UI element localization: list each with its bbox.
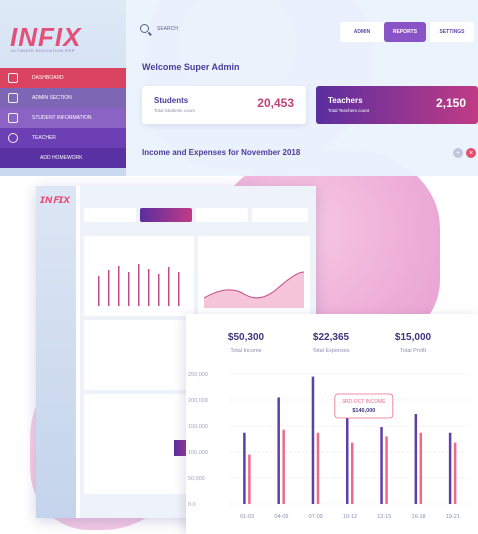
income-bar bbox=[277, 397, 280, 504]
sidebar-item-admin-section[interactable]: ADMIN SECTION bbox=[0, 88, 126, 108]
y-tick-label: 50,000 bbox=[188, 476, 205, 482]
mini-bar-chart bbox=[84, 236, 194, 316]
sidebar: INFIX ULTIMATE EDUCATION ERP DASHBOARD A… bbox=[0, 0, 126, 176]
mini-card bbox=[252, 208, 308, 222]
expense-bar bbox=[316, 432, 320, 504]
mini-sidebar: ɪɴꜰɪx bbox=[36, 186, 76, 518]
sidebar-item-label: STUDENT INFORMATION bbox=[32, 115, 92, 121]
teachers-title: Teachers bbox=[328, 96, 363, 105]
expense-bar bbox=[248, 454, 251, 504]
y-tick-label: 200,000 bbox=[188, 398, 208, 404]
students-count: 20,453 bbox=[257, 96, 294, 110]
x-tick-label: 04-09 bbox=[274, 514, 288, 520]
sidebar-item-teacher[interactable]: TEACHER bbox=[0, 128, 126, 148]
x-tick-label: 19-21 bbox=[446, 514, 460, 520]
x-tick-label: 01-03 bbox=[240, 514, 254, 520]
sidebar-item-dashboard[interactable]: DASHBOARD bbox=[0, 68, 126, 88]
plus-icon[interactable]: + bbox=[453, 148, 463, 158]
teachers-subtitle: Total Teachers count bbox=[328, 108, 370, 113]
students-subtitle: Total Students count bbox=[154, 108, 195, 113]
grid-icon bbox=[8, 93, 18, 103]
students-title: Students bbox=[154, 96, 189, 105]
teachers-card[interactable]: Teachers Total Teachers count 2,150 bbox=[316, 86, 478, 124]
mini-area-chart bbox=[198, 236, 310, 316]
expense-bar bbox=[419, 432, 423, 504]
document-icon bbox=[8, 113, 18, 123]
expense-bar bbox=[385, 436, 388, 504]
income-bar bbox=[414, 414, 418, 504]
tooltip-title: 3RD-OCT INCOME bbox=[342, 399, 386, 405]
x-tick-label: 16-18 bbox=[412, 514, 426, 520]
teachers-count: 2,150 bbox=[435, 96, 466, 110]
income-chart-panel: $50,300 Total Income $22,365 Total Expen… bbox=[186, 314, 478, 534]
user-icon bbox=[8, 133, 18, 143]
income-expense-bar-chart: 0.0 50,000 100,000 150,000 200,000 250,000 01-… bbox=[188, 372, 470, 520]
admin-button[interactable]: ADMIN bbox=[340, 22, 384, 42]
sidebar-item-label: ADD HOMEWORK bbox=[40, 155, 83, 161]
y-tick-label: 150,000 bbox=[188, 424, 208, 430]
y-tick-label: 0.0 bbox=[188, 502, 196, 508]
x-tick-label: 10-12 bbox=[343, 514, 357, 520]
search-icon bbox=[140, 24, 149, 33]
sidebar-item-label: ADMIN SECTION bbox=[32, 95, 72, 101]
dashboard-header-preview: INFIX ULTIMATE EDUCATION ERP DASHBOARD A… bbox=[0, 0, 478, 176]
mini-card bbox=[140, 208, 192, 222]
brand-tagline: ULTIMATE EDUCATION ERP bbox=[11, 48, 75, 53]
income-bar bbox=[311, 376, 315, 504]
y-tick-label: 100,000 bbox=[188, 450, 208, 456]
sidebar-item-label: TEACHER bbox=[32, 135, 56, 141]
home-icon bbox=[8, 73, 18, 83]
search-box[interactable]: SEARCH bbox=[140, 24, 178, 33]
expense-bar bbox=[453, 442, 457, 504]
sidebar-item-student-information[interactable]: STUDENT INFORMATION bbox=[0, 108, 126, 128]
chart-tooltip bbox=[334, 393, 394, 419]
sidebar-item-label: DASHBOARD bbox=[32, 75, 64, 81]
expense-bar bbox=[351, 442, 354, 504]
x-tick-label: 13-15 bbox=[377, 514, 391, 520]
x-tick-label: 07-09 bbox=[309, 514, 323, 520]
expense-bar bbox=[282, 429, 285, 504]
income-bar bbox=[380, 427, 383, 504]
search-input[interactable]: SEARCH bbox=[157, 26, 178, 32]
mini-card bbox=[84, 208, 136, 222]
mini-brand-logo: ɪɴꜰɪx bbox=[40, 192, 71, 206]
mini-area-chart-graphic bbox=[203, 271, 305, 308]
sidebar-item-add-homework[interactable]: ADD HOMEWORK bbox=[0, 148, 126, 168]
welcome-heading: Welcome Super Admin bbox=[142, 62, 240, 72]
reports-button[interactable]: REPORTS bbox=[384, 22, 426, 42]
settings-button[interactable]: SETTINGS bbox=[430, 22, 474, 42]
y-tick-label: 250,000 bbox=[188, 372, 208, 378]
close-icon[interactable]: × bbox=[466, 148, 476, 158]
income-bar bbox=[448, 432, 452, 504]
income-expenses-title: Income and Expenses for November 2018 bbox=[142, 148, 301, 157]
mini-card bbox=[196, 208, 248, 222]
mini-bar-chart-graphic bbox=[98, 264, 180, 306]
tooltip-value: $140,000 bbox=[352, 408, 375, 414]
income-bar bbox=[243, 432, 246, 504]
students-card[interactable]: Students Total Students count 20,453 bbox=[142, 86, 306, 124]
